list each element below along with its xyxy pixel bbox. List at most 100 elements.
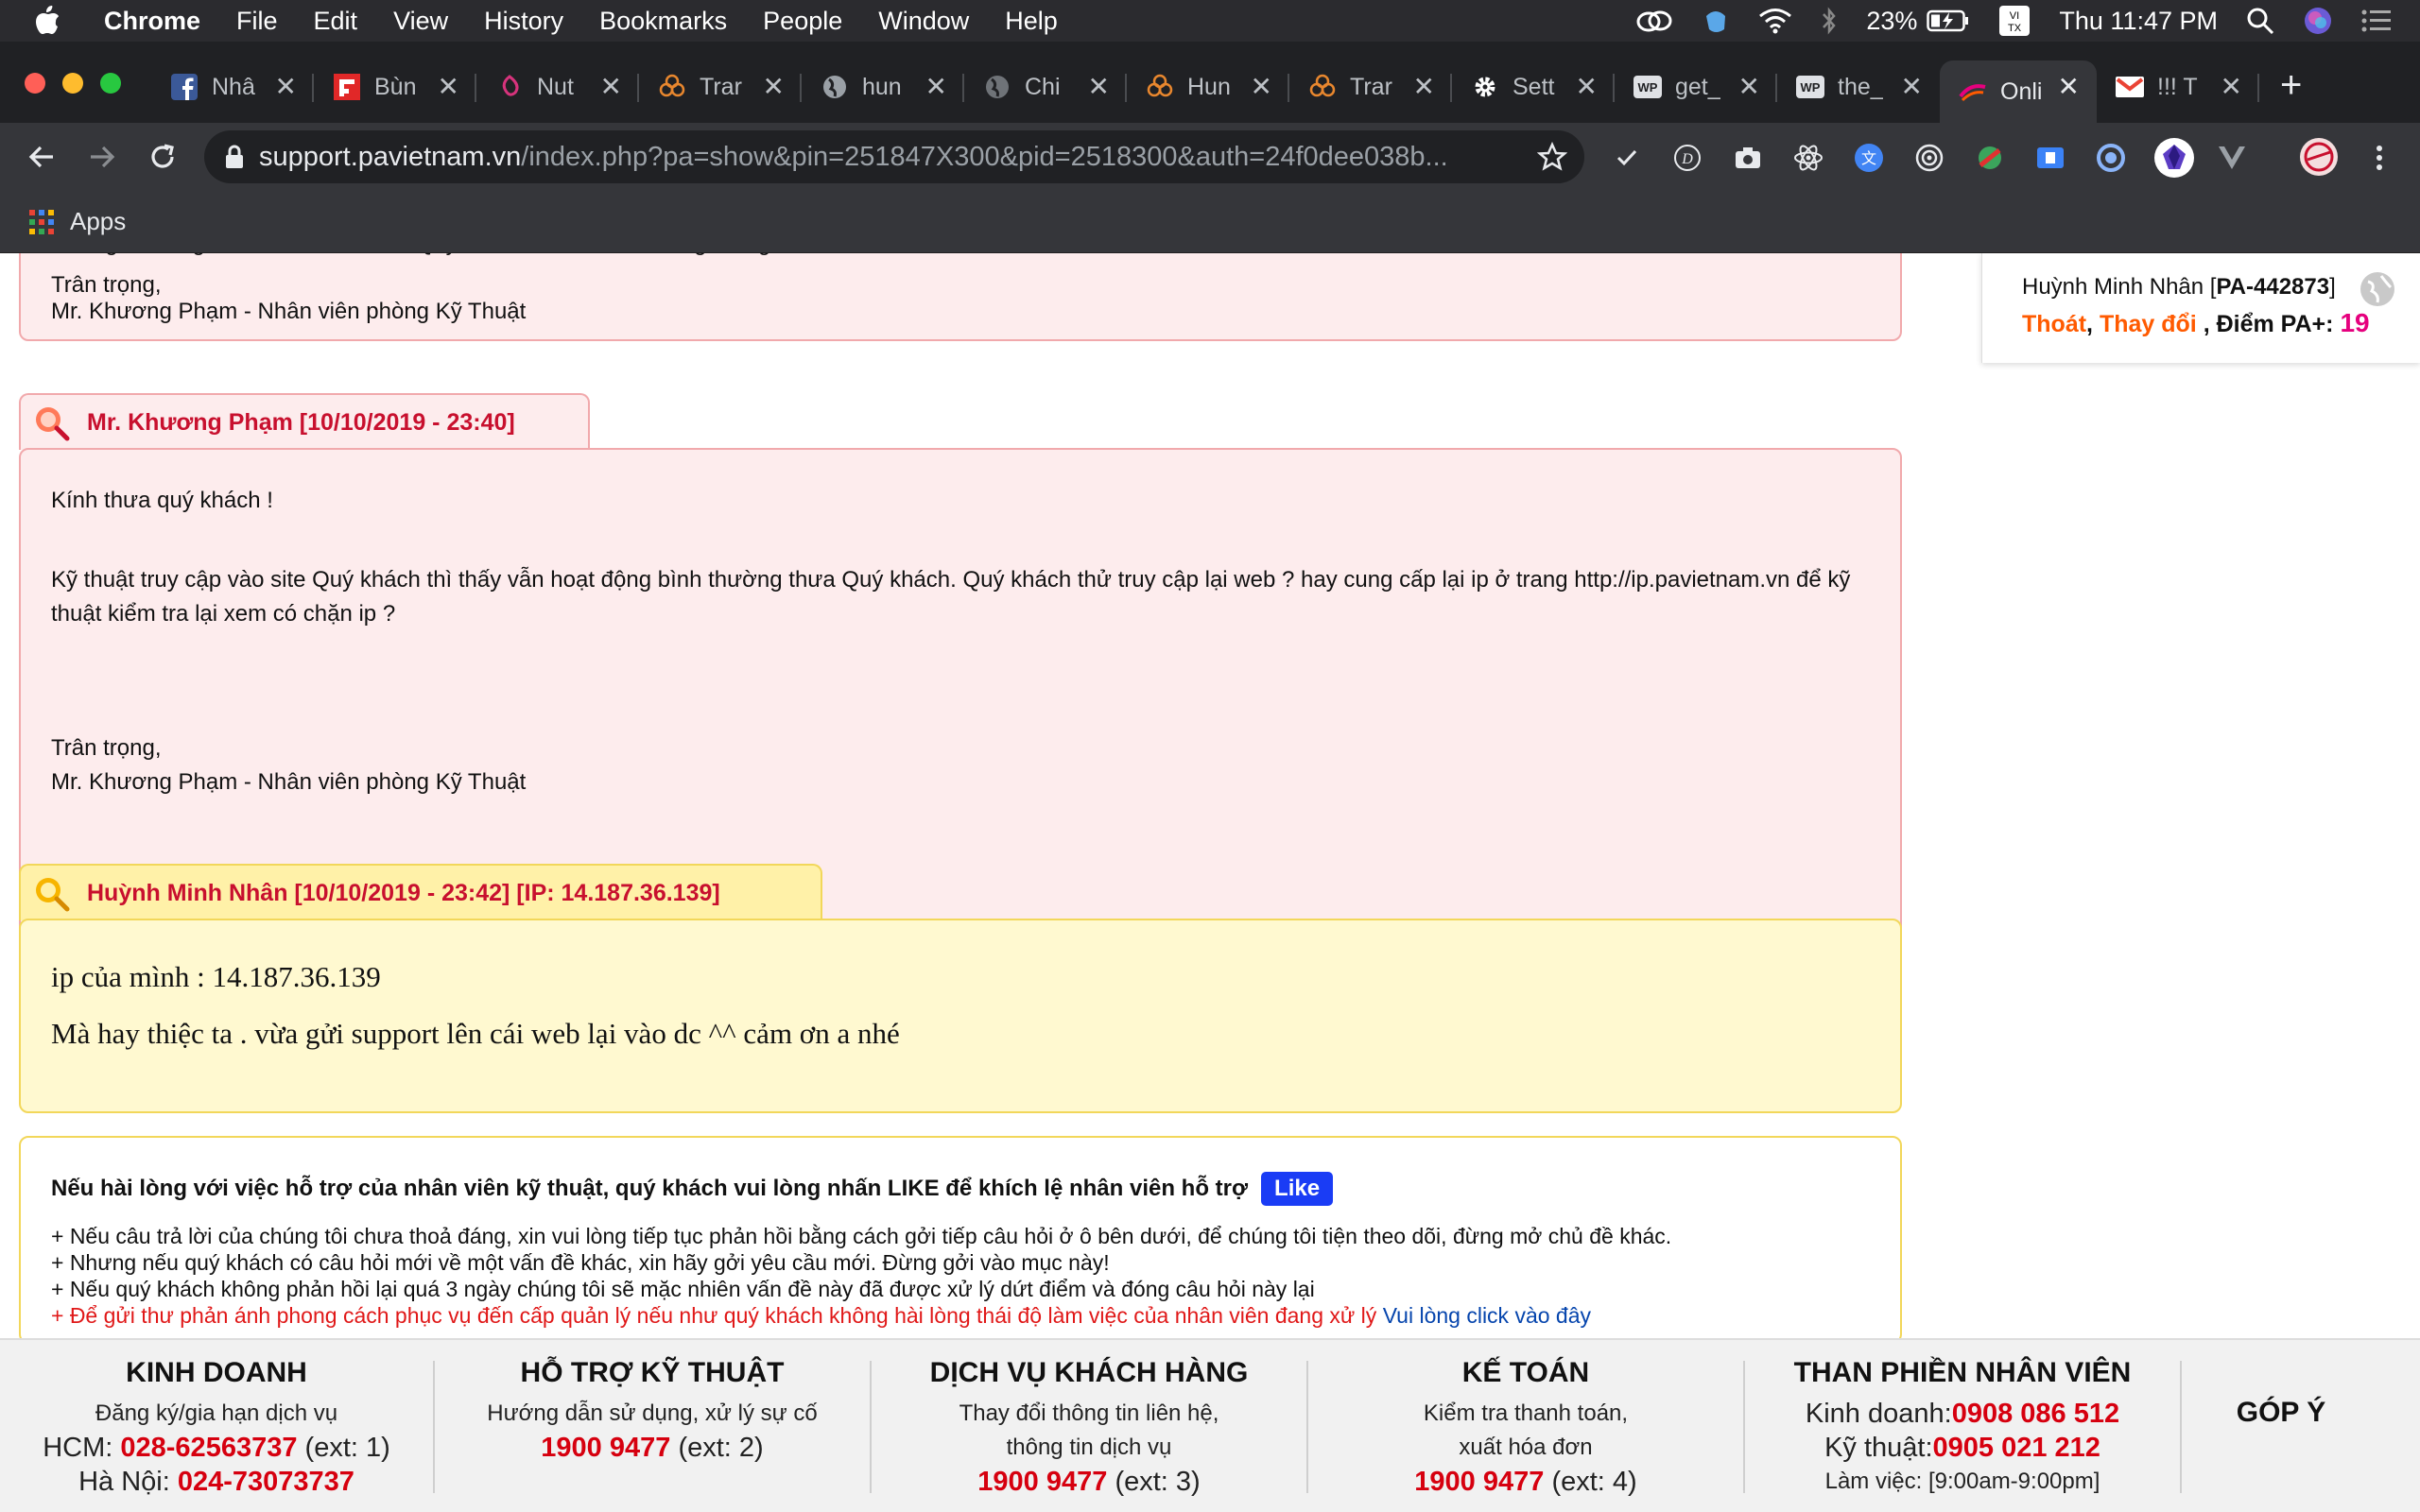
- user-info-box: Huỳnh Minh Nhân [PA-442873] Thoát, Thay …: [1981, 253, 2420, 363]
- footer-acct-sub-1: Kiểm tra thanh toán,: [1423, 1400, 1629, 1426]
- tab-7[interactable]: Hun ✕: [1127, 60, 1289, 113]
- like-button[interactable]: Like: [1261, 1172, 1334, 1206]
- tab-close-icon[interactable]: ✕: [275, 71, 297, 102]
- tab-1[interactable]: Nhâ ✕: [151, 60, 314, 113]
- profile-avatar[interactable]: [2299, 137, 2339, 177]
- close-window-button[interactable]: [25, 73, 45, 94]
- chrome-menu-icon[interactable]: [2363, 142, 2395, 174]
- logout-link[interactable]: Thoát: [2022, 311, 2086, 337]
- menu-help[interactable]: Help: [1005, 7, 1058, 36]
- metamask-extension-icon[interactable]: [2153, 137, 2195, 179]
- user-name: Huỳnh Minh Nhân: [2022, 274, 2204, 300]
- tab-close-icon[interactable]: ✕: [1413, 71, 1435, 102]
- back-button[interactable]: [21, 136, 62, 178]
- reply-signature: Mr. Khương Phạm - Nhân viên phòng Kỹ Thu…: [51, 299, 527, 324]
- gear-icon: [1471, 73, 1499, 101]
- reply-header-customer: Huỳnh Minh Nhân [10/10/2019 - 23:42] [IP…: [19, 864, 822, 920]
- tab-close-icon[interactable]: ✕: [763, 71, 785, 102]
- tab-3[interactable]: Nut ✕: [476, 60, 639, 113]
- tab-close-icon[interactable]: ✕: [1088, 71, 1110, 102]
- translate-extension-icon[interactable]: 文: [1853, 142, 1885, 174]
- footer-feedback[interactable]: GÓP Ý: [2182, 1340, 2380, 1512]
- complaint-link[interactable]: Vui lòng click vào đây: [1383, 1303, 1591, 1328]
- tab-close-icon[interactable]: ✕: [1738, 71, 1760, 102]
- camera-extension-icon[interactable]: [1732, 142, 1764, 174]
- flower-icon: [1308, 73, 1337, 101]
- tab-5[interactable]: hun ✕: [802, 60, 964, 113]
- check-extension-icon[interactable]: [1611, 142, 1643, 174]
- evernote-icon[interactable]: [1702, 7, 1730, 35]
- footer-hcm-ext: (ext: 1): [304, 1433, 390, 1463]
- footer-complaint-sales-phone[interactable]: 0908 086 512: [1952, 1399, 2119, 1429]
- siri-icon[interactable]: [2303, 6, 2333, 36]
- menu-file[interactable]: File: [236, 7, 278, 36]
- react-devtools-icon[interactable]: [1792, 142, 1824, 174]
- footer-hcm-phone[interactable]: 028-62563737: [120, 1433, 297, 1463]
- vue-devtools-icon[interactable]: [2216, 142, 2248, 174]
- battery-icon[interactable]: [1927, 9, 1970, 32]
- zoom-window-button[interactable]: [100, 73, 121, 94]
- menu-chrome[interactable]: Chrome: [104, 7, 200, 36]
- tab-close-icon[interactable]: ✕: [2221, 71, 2242, 102]
- reply-greeting: Kính thưa quý khách !: [51, 488, 273, 513]
- tab-title: Sett: [1512, 73, 1555, 100]
- tab-close-icon[interactable]: ✕: [1576, 71, 1598, 102]
- footer-tech-phone[interactable]: 1900 9477: [541, 1433, 670, 1463]
- footer-complaint-tech-phone[interactable]: 0905 021 212: [1933, 1433, 2100, 1463]
- footer-hn-phone[interactable]: 024-73073737: [178, 1467, 354, 1497]
- address-bar[interactable]: support.pavietnam.vn /index.php?pa=show&…: [204, 130, 1584, 183]
- info-line-4: + Để gửi thư phản ánh phong cách phục vụ…: [51, 1303, 1377, 1328]
- forward-button[interactable]: [81, 136, 123, 178]
- tab-close-icon[interactable]: ✕: [1901, 71, 1923, 102]
- menu-people[interactable]: People: [763, 7, 842, 36]
- tab-close-icon[interactable]: ✕: [600, 71, 622, 102]
- menu-window[interactable]: Window: [878, 7, 969, 36]
- minimize-window-button[interactable]: [62, 73, 83, 94]
- footer-feedback-title[interactable]: GÓP Ý: [2182, 1397, 2380, 1429]
- new-tab-button[interactable]: +: [2280, 64, 2302, 107]
- tab-close-icon[interactable]: ✕: [438, 71, 459, 102]
- footer-acct-phone[interactable]: 1900 9477: [1414, 1467, 1544, 1497]
- footer-cs-phone[interactable]: 1900 9477: [977, 1467, 1107, 1497]
- clock-text[interactable]: Thu 11:47 PM: [2059, 7, 2218, 36]
- spotlight-search-icon[interactable]: [2246, 7, 2274, 35]
- tab-12-active[interactable]: Onli ✕: [1940, 60, 2097, 123]
- dictionary-extension-icon[interactable]: D: [1671, 142, 1703, 174]
- tab-close-icon[interactable]: ✕: [1251, 71, 1272, 102]
- tab-close-icon[interactable]: ✕: [2058, 71, 2080, 102]
- tab-manager-extension-icon[interactable]: [2034, 142, 2066, 174]
- wifi-icon[interactable]: [1758, 8, 1792, 34]
- color-picker-extension-icon[interactable]: [1974, 142, 2006, 174]
- footer-cs-ext: (ext: 3): [1115, 1467, 1201, 1497]
- apps-shortcut[interactable]: Apps: [28, 207, 126, 236]
- sync-extension-icon[interactable]: [2095, 142, 2127, 174]
- tab-13[interactable]: !!! T ✕: [2097, 60, 2259, 113]
- menu-edit[interactable]: Edit: [314, 7, 358, 36]
- tab-6[interactable]: Chi ✕: [964, 60, 1127, 113]
- notification-center-icon[interactable]: [2361, 9, 2392, 33]
- menu-history[interactable]: History: [484, 7, 563, 36]
- creative-cloud-icon[interactable]: [1635, 9, 1673, 33]
- apple-logo-icon[interactable]: [34, 6, 72, 36]
- bookmark-star-icon[interactable]: [1536, 141, 1568, 180]
- lock-icon[interactable]: [225, 145, 244, 169]
- tab-9[interactable]: Sett ✕: [1452, 60, 1615, 113]
- previous-reply-box: Chúng tôi đang tìm hiểu vấn đề của Quý k…: [19, 253, 1902, 341]
- bluetooth-icon[interactable]: [1821, 7, 1838, 35]
- pavietnam-icon: [1959, 77, 1987, 106]
- tab-4[interactable]: Trar ✕: [639, 60, 802, 113]
- info-line-1: + Nếu câu trả lời của chúng tôi chưa tho…: [51, 1224, 1672, 1248]
- reload-button[interactable]: [142, 136, 183, 178]
- change-link[interactable]: Thay đổi: [2100, 311, 2197, 337]
- tab-title: Trar: [700, 73, 742, 100]
- tab-2[interactable]: Bùn ✕: [314, 60, 476, 113]
- menu-view[interactable]: View: [393, 7, 448, 36]
- target-extension-icon[interactable]: [1913, 142, 1945, 174]
- url-path: /index.php?pa=show&pin=251847X300&pid=25…: [521, 141, 1448, 172]
- tab-8[interactable]: Trar ✕: [1289, 60, 1452, 113]
- tab-close-icon[interactable]: ✕: [925, 71, 947, 102]
- menu-bookmarks[interactable]: Bookmarks: [599, 7, 727, 36]
- tab-10[interactable]: WP get_ ✕: [1615, 60, 1777, 113]
- input-source-icon[interactable]: VI TX: [1998, 5, 2031, 37]
- tab-11[interactable]: WP the_ ✕: [1777, 60, 1940, 113]
